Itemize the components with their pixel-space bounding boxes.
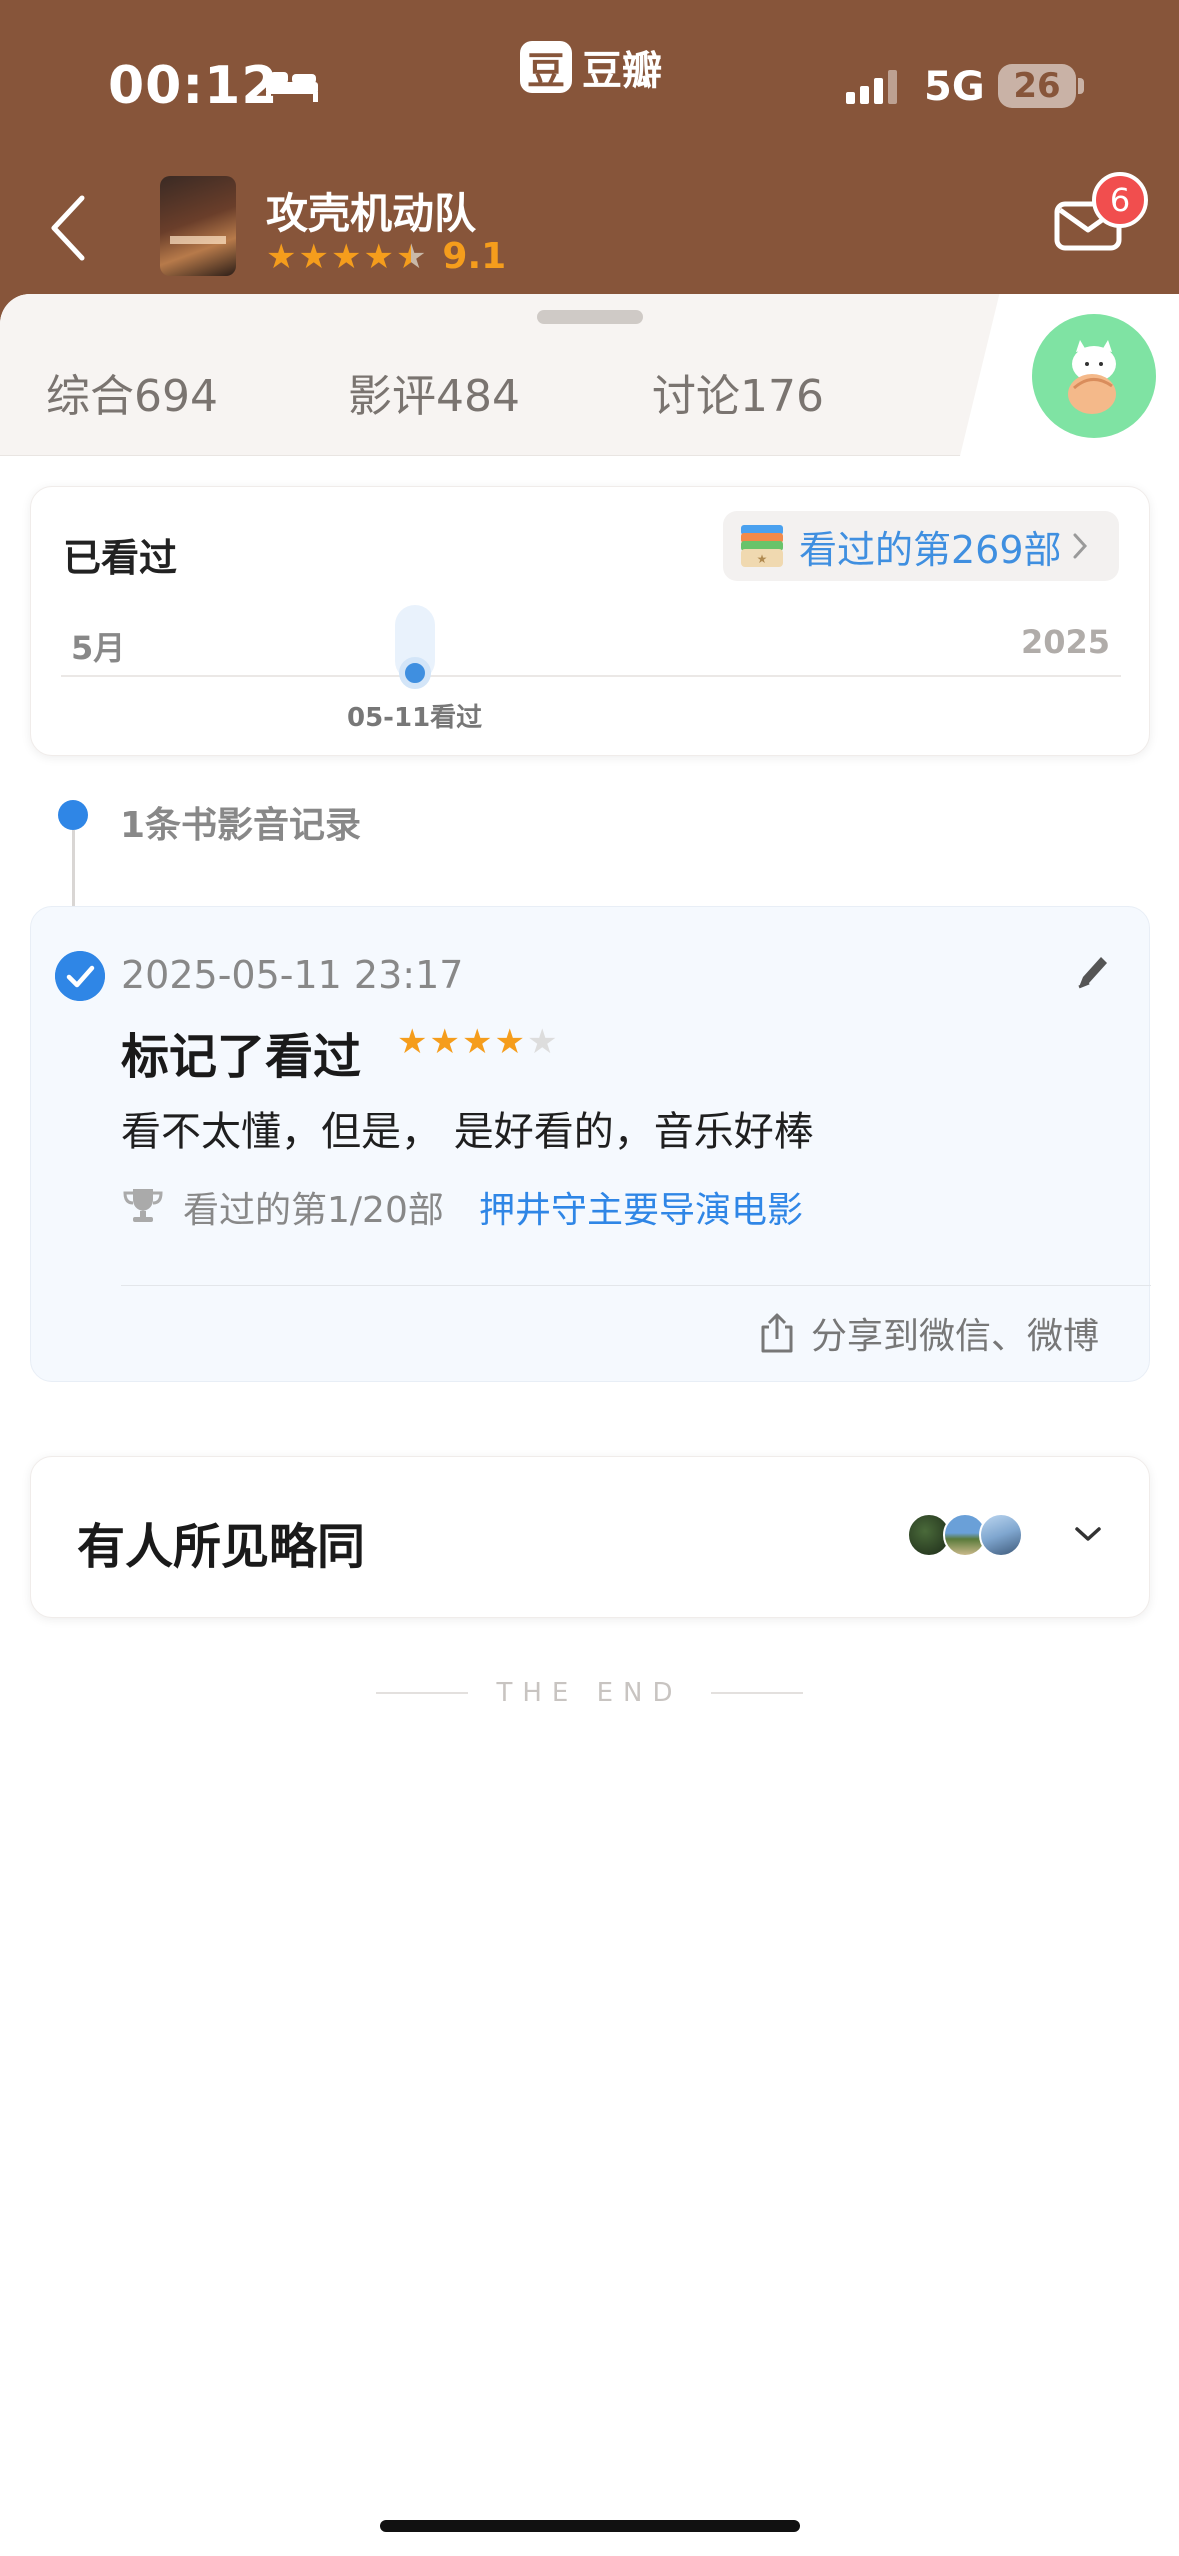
edit-icon[interactable] <box>1071 951 1111 995</box>
back-icon[interactable] <box>44 190 94 266</box>
record-rank: 看过的第1/20部 <box>183 1190 444 1231</box>
movie-title[interactable]: 攻壳机动队 <box>266 180 476 241</box>
timeline-marker[interactable] <box>399 657 431 689</box>
star-icon: ★ <box>363 236 394 277</box>
end-line-left <box>376 1692 469 1694</box>
share-text: 分享到微信、微博 <box>811 1316 1100 1357</box>
signal-icon <box>846 70 897 104</box>
tab-bar: 综合694 影评484 讨论176 <box>0 294 1179 456</box>
star-icon: ★ <box>330 236 362 277</box>
half-star-icon: ★ <box>395 236 427 277</box>
user-avatar[interactable] <box>1032 314 1156 438</box>
trophy-icon <box>123 1189 163 1222</box>
star-icon: ★ <box>494 1022 525 1062</box>
record-rating: ★ ★ ★ ★ ★ <box>397 1025 557 1059</box>
record-comment: 看不太懂，但是， 是好看的，音乐好棒 <box>121 1109 814 1155</box>
tab-reviews[interactable]: 影评484 <box>348 360 520 424</box>
cat-avatar-icon <box>1068 340 1116 414</box>
timeline-month: 5月 <box>71 629 126 667</box>
end-line-right <box>710 1692 803 1694</box>
similar-avatars <box>907 1513 1023 1557</box>
star-icon: ★ <box>429 1022 460 1062</box>
home-indicator[interactable] <box>380 2520 800 2532</box>
record-action: 标记了看过 <box>121 1029 362 1085</box>
chevron-right-icon <box>1073 533 1087 559</box>
share-button[interactable]: 分享到微信、微博 <box>757 1307 1099 1359</box>
timeline-track <box>61 675 1121 677</box>
watched-count-button[interactable]: ★ 看过的第269部 <box>723 511 1119 581</box>
avatar <box>979 1513 1023 1557</box>
svg-text:★: ★ <box>757 552 768 566</box>
tab-discussions[interactable]: 讨论176 <box>652 360 824 424</box>
end-text: THE END <box>496 1678 683 1708</box>
sheet-grabber[interactable] <box>537 310 643 324</box>
douban-logo-icon: 豆 <box>520 41 572 93</box>
timeline-date-label: 05-11看过 <box>347 703 483 733</box>
star-empty-icon: ★ <box>526 1022 558 1062</box>
share-icon <box>761 1313 793 1353</box>
watched-card: 已看过 ★ 看过的第269部 5月 2025 05-11看过 <box>30 486 1150 756</box>
app-name: 豆瓣 <box>582 48 662 94</box>
battery-cap <box>1078 78 1084 94</box>
app-header: 00:12 豆 豆瓣 5G 26 攻壳机动队 ★ ★ ★ ★ ★ 9.1 6 <box>0 0 1179 330</box>
director-list-link[interactable]: 押井守主要导演电影 <box>479 1181 803 1233</box>
record-time: 2025-05-11 23:17 <box>121 953 464 997</box>
star-icon: ★ <box>298 236 329 277</box>
chevron-down-icon[interactable] <box>1073 1523 1103 1545</box>
app-badge: 豆 豆瓣 <box>520 38 662 96</box>
movie-rating: ★ ★ ★ ★ ★ 9.1 <box>266 236 506 277</box>
divider <box>121 1285 1151 1286</box>
battery-indicator: 26 <box>998 64 1076 108</box>
similar-users-card[interactable]: 有人所见略同 <box>30 1456 1150 1618</box>
timeline-year: 2025 <box>1021 623 1111 661</box>
record-dot <box>58 800 88 830</box>
similar-title: 有人所见略同 <box>77 1519 366 1575</box>
network-type: 5G <box>924 64 985 110</box>
rating-score: 9.1 <box>442 236 507 277</box>
box-icon: ★ <box>741 525 783 567</box>
watched-count-text: 看过的第269部 <box>799 527 1062 572</box>
record-card[interactable]: 2025-05-11 23:17 标记了看过 ★ ★ ★ ★ ★ 看不太懂，但是… <box>30 906 1151 1382</box>
status-time: 00:12 <box>108 56 279 116</box>
bed-icon <box>266 72 318 102</box>
star-icon: ★ <box>266 236 297 277</box>
watched-title: 已看过 <box>63 536 178 580</box>
check-icon <box>55 951 105 1001</box>
tab-combined[interactable]: 综合694 <box>46 360 218 424</box>
end-marker: THE END <box>0 1678 1179 1708</box>
star-icon: ★ <box>397 1022 428 1062</box>
records-label: 1条书影音记录 <box>120 805 362 846</box>
star-icon: ★ <box>461 1022 493 1062</box>
movie-poster[interactable] <box>160 176 236 276</box>
notification-badge: 6 <box>1092 172 1148 228</box>
